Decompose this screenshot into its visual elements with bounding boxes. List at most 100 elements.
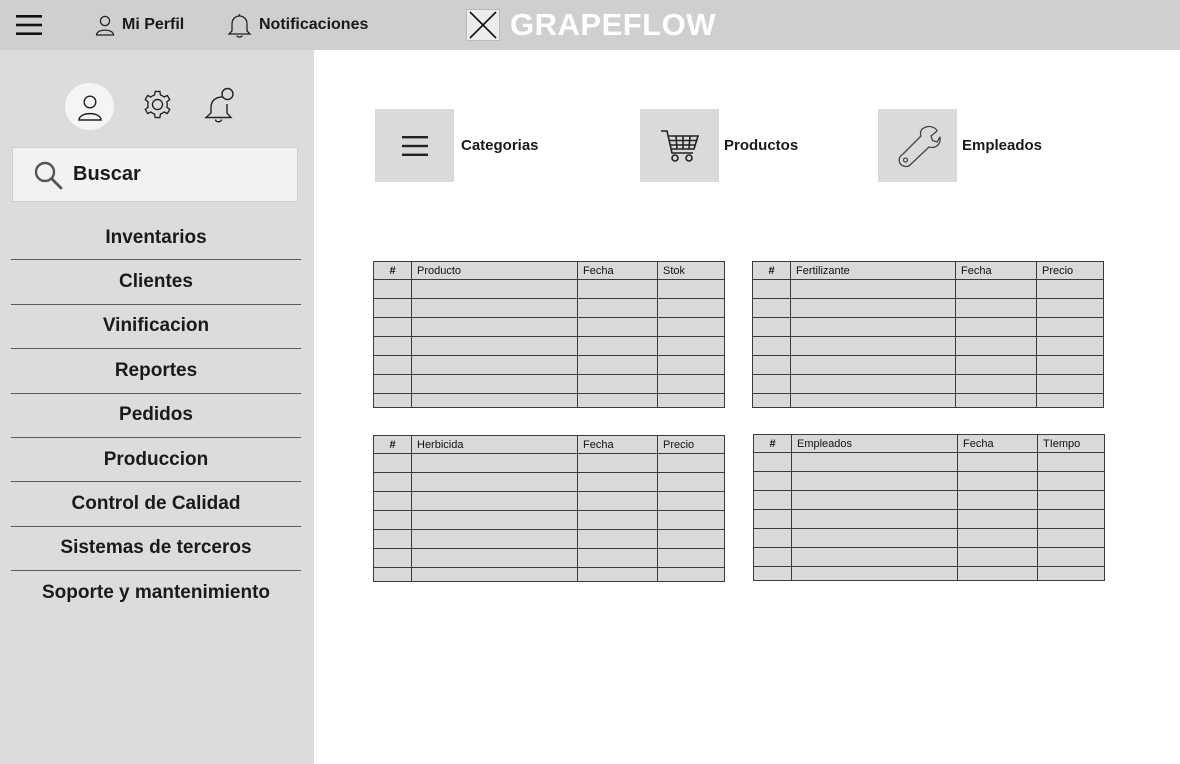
table-row[interactable] [753, 490, 1105, 510]
table-cell [790, 355, 956, 375]
categorias-button[interactable]: Categorias [375, 109, 539, 182]
table-row[interactable] [752, 279, 1104, 299]
sidebar-item-inventarios[interactable]: Inventarios [11, 216, 301, 261]
notifications-link[interactable]: Notificaciones [227, 0, 368, 50]
table-header-row: # Fertilizante Fecha Precio [752, 261, 1104, 280]
categorias-label: Categorias [461, 137, 539, 154]
table-row[interactable] [373, 279, 725, 299]
sidebar-item-pedidos[interactable]: Pedidos [11, 394, 301, 438]
table-row[interactable] [373, 298, 725, 318]
table-cell [657, 491, 725, 511]
table-row[interactable] [373, 472, 725, 492]
brand-name: GRAPEFLOW [510, 7, 716, 42]
column-header: Precio [1036, 261, 1104, 280]
table-cell [657, 567, 725, 582]
table-cell [791, 566, 958, 581]
hamburger-menu-icon[interactable] [16, 0, 46, 50]
sidebar-item-soporte-y-mantenimiento[interactable]: Soporte y mantenimiento [11, 571, 301, 615]
table-row[interactable] [373, 491, 725, 511]
sidebar-item-vinificacion[interactable]: Vinificacion [11, 305, 301, 350]
table-cell [955, 336, 1037, 356]
table-cell [411, 453, 578, 473]
table-body [752, 279, 1104, 408]
sidebar-item-produccion[interactable]: Produccion [11, 438, 301, 483]
table-row[interactable] [373, 453, 725, 473]
table-cell [657, 317, 725, 337]
empleados-button[interactable]: Empleados [878, 109, 1042, 182]
table-row[interactable] [752, 393, 1104, 408]
table-cell [657, 355, 725, 375]
sidebar: Buscar Inventarios Clientes Vinificacion… [0, 50, 314, 764]
search-box[interactable]: Buscar [12, 147, 298, 202]
table-row[interactable] [752, 317, 1104, 337]
productos-button[interactable]: Productos [640, 109, 798, 182]
table-cell [577, 453, 658, 473]
table-row[interactable] [373, 355, 725, 375]
table-cell [657, 472, 725, 492]
table-row[interactable] [752, 298, 1104, 318]
table-row[interactable] [753, 566, 1105, 581]
gear-icon[interactable] [142, 89, 173, 120]
table-cell [373, 491, 412, 511]
avatar[interactable] [65, 83, 114, 130]
table-cell [1036, 374, 1104, 394]
table-cell [577, 548, 658, 568]
table-cell [957, 452, 1038, 472]
table-body [753, 452, 1105, 581]
column-header: Stok [657, 261, 725, 280]
notification-bell-icon[interactable] [203, 87, 237, 123]
table-cell [957, 471, 1038, 491]
table-cell [753, 547, 792, 567]
table-cell [373, 336, 412, 356]
table-row[interactable] [373, 529, 725, 549]
sidebar-item-clientes[interactable]: Clientes [11, 260, 301, 305]
table-cell [752, 374, 791, 394]
table-cell [753, 509, 792, 529]
table-cell [373, 279, 412, 299]
table-cell [657, 279, 725, 299]
table-cell [411, 279, 578, 299]
table-cell [373, 453, 412, 473]
table-cell [791, 452, 958, 472]
column-header: Precio [657, 435, 725, 454]
table-cell [411, 548, 578, 568]
table-row[interactable] [373, 374, 725, 394]
table-row[interactable] [373, 317, 725, 337]
profile-link[interactable]: Mi Perfil [94, 0, 184, 50]
search-label: Buscar [73, 163, 141, 185]
table-cell [577, 317, 658, 337]
table-row[interactable] [753, 528, 1105, 548]
table-cell [411, 491, 578, 511]
table-cell [790, 298, 956, 318]
table-row[interactable] [373, 393, 725, 408]
table-row[interactable] [753, 452, 1105, 472]
table-row[interactable] [752, 374, 1104, 394]
table-cell [790, 336, 956, 356]
table-row[interactable] [373, 567, 725, 582]
table-cell [752, 279, 791, 299]
table-row[interactable] [752, 355, 1104, 375]
table-cell [577, 529, 658, 549]
column-header: Producto [411, 261, 578, 280]
table-row[interactable] [373, 548, 725, 568]
column-header: # [373, 261, 412, 280]
table-row[interactable] [373, 336, 725, 356]
table-row[interactable] [753, 471, 1105, 491]
table-cell [411, 567, 578, 582]
table-row[interactable] [373, 510, 725, 530]
brand: GRAPEFLOW [466, 0, 716, 50]
table-row[interactable] [753, 509, 1105, 529]
table-row[interactable] [752, 336, 1104, 356]
table-cell [577, 374, 658, 394]
table-cell [373, 548, 412, 568]
table-cell [411, 374, 578, 394]
sidebar-item-sistemas-de-terceros[interactable]: Sistemas de terceros [11, 527, 301, 572]
table-cell [373, 510, 412, 530]
table-header-row: # Empleados Fecha TIempo [753, 434, 1105, 453]
table-row[interactable] [753, 547, 1105, 567]
sidebar-item-reportes[interactable]: Reportes [11, 349, 301, 394]
table-cell [753, 452, 792, 472]
table-cell [790, 279, 956, 299]
table-cell [373, 529, 412, 549]
sidebar-item-control-de-calidad[interactable]: Control de Calidad [11, 482, 301, 527]
